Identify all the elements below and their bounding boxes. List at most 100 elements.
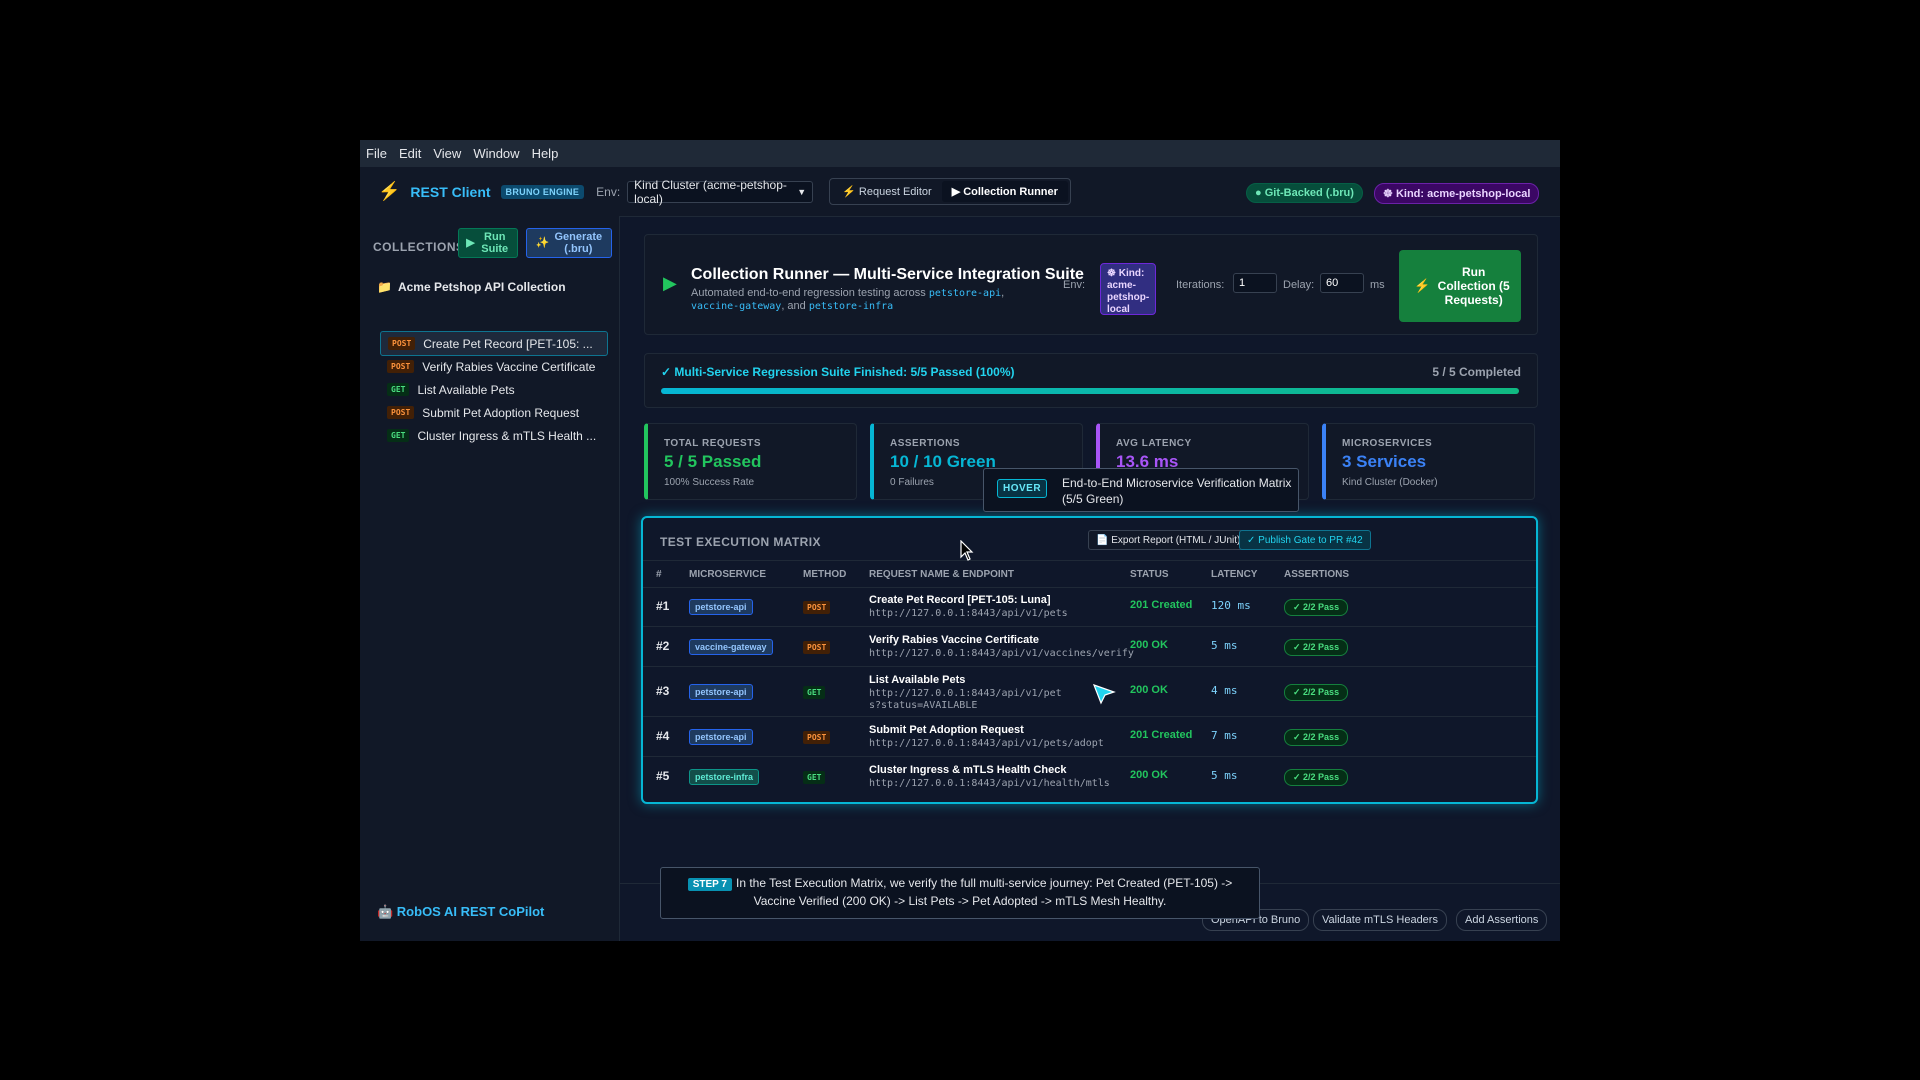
runner-title: Collection Runner — Multi-Service Integr… [691, 266, 1084, 283]
service-petstore-api: petstore-api [928, 288, 1002, 299]
stat-microservices: MICROSERVICES 3 Services Kind Cluster (D… [1322, 423, 1535, 500]
service-vaccine-gateway: vaccine-gateway [691, 301, 782, 312]
table-row[interactable]: #4 petstore-api POST Submit Pet Adoption… [643, 716, 1536, 757]
kind-cluster-badge: ☸ Kind: acme-petshop-local [1374, 183, 1540, 204]
engine-badge: BRUNO ENGINE [500, 184, 585, 199]
table-row[interactable]: #5 petstore-infra GET Cluster Ingress & … [643, 756, 1536, 796]
env-label: Env: [596, 184, 621, 199]
progress-status: ✓ Multi-Service Regression Suite Finishe… [661, 365, 1015, 379]
delay-unit: ms [1370, 279, 1385, 291]
request-url: http://127.0.0.1:8443/api/v1/pets/adopt [869, 738, 1104, 749]
play-icon: ▶ [466, 237, 475, 249]
assertion-badge: ✓ 2/2 Pass [1284, 769, 1349, 786]
sidebar-item-health-check[interactable]: GET Cluster Ingress & mTLS Health ... [380, 423, 608, 448]
sidebar-item-adoption[interactable]: POST Submit Pet Adoption Request [380, 400, 608, 425]
sparkles-icon: ✨ [535, 237, 550, 249]
stat-subtext: Kind Cluster (Docker) [1342, 477, 1438, 488]
bolt-icon: ⚡ [1414, 278, 1431, 293]
copilot-link[interactable]: 🤖 RobOS AI REST CoPilot [377, 904, 544, 920]
matrix-title: TEST EXECUTION MATRIX [660, 535, 821, 549]
table-row[interactable]: #3 petstore-api GET List Available Pets … [643, 666, 1536, 717]
stat-value: 5 / 5 Passed [664, 452, 762, 471]
stat-subtext: 100% Success Rate [664, 477, 755, 488]
separator: , [1001, 287, 1005, 299]
mode-tabs: ⚡ Request Editor ▶ Collection Runner [829, 178, 1071, 205]
sidebar-item-label: Verify Rabies Vaccine Certificate [422, 359, 596, 374]
service-badge: petstore-api [689, 684, 753, 700]
git-backed-badge: ● Git-Backed (.bru) [1246, 183, 1363, 203]
runner-env-label: Env: [1063, 279, 1086, 291]
step-tooltip: STEP 7 In the Test Execution Matrix, we v… [660, 867, 1260, 919]
method-badge: POST [387, 406, 415, 419]
tab-request-editor[interactable]: ⚡ Request Editor [832, 181, 942, 202]
service-petstore-infra: petstore-infra [808, 301, 894, 312]
tab-collection-runner[interactable]: ▶ Collection Runner [941, 181, 1068, 202]
app-title: REST Client [410, 183, 491, 200]
row-number: #2 [656, 639, 670, 653]
status-text: 200 OK [1130, 684, 1168, 696]
env-select-value: Kind Cluster (acme-petshop-local) [634, 177, 787, 206]
run-collection-label: Run Collection (5 Requests) [1437, 265, 1510, 307]
runner-desc-text: Automated end-to-end regression testing … [691, 287, 929, 299]
collection-folder[interactable]: 📁 Acme Petshop API Collection [377, 280, 566, 294]
latency-text: 4 ms [1211, 684, 1238, 697]
add-assertions-button[interactable]: Add Assertions [1456, 909, 1548, 931]
progress-bar [661, 388, 1519, 394]
collection-name: Acme Petshop API Collection [397, 280, 566, 294]
col-header-request: REQUEST NAME & ENDPOINT [869, 569, 1015, 580]
assertion-badge: ✓ 2/2 Pass [1284, 684, 1349, 701]
method-badge: GET [387, 429, 410, 442]
runner-env-badge[interactable]: ☸ Kind: acme-petshop-local [1100, 263, 1156, 315]
latency-text: 5 ms [1211, 769, 1238, 782]
agent-cursor-icon [1092, 684, 1116, 705]
app-header: ⚡ REST Client BRUNO ENGINE Env: Kind Clu… [360, 167, 1560, 217]
sidebar-item-create-pet[interactable]: POST Create Pet Record [PET-105: ... [380, 331, 608, 356]
status-text: 200 OK [1130, 769, 1168, 781]
delay-label: Delay: [1283, 279, 1315, 291]
progress-bar-fill [661, 388, 1519, 394]
env-select[interactable]: Kind Cluster (acme-petshop-local) ▼ [627, 177, 814, 206]
mouse-pointer-icon [960, 540, 974, 561]
validate-mtls-button[interactable]: Validate mTLS Headers [1313, 909, 1447, 931]
col-header-number: # [656, 569, 662, 580]
delay-input[interactable]: 60 [1320, 273, 1364, 293]
hover-tooltip: HOVER End-to-End Microservice Verificati… [983, 468, 1299, 512]
table-row[interactable]: #1 petstore-api POST Create Pet Record [… [643, 586, 1536, 627]
request-name: List Available Pets [869, 674, 966, 686]
generate-bru-label: Generate (.bru) [554, 231, 603, 255]
service-badge: petstore-api [689, 729, 753, 745]
sidebar-item-verify-vaccine[interactable]: POST Verify Rabies Vaccine Certificate [380, 354, 608, 379]
latency-text: 120 ms [1211, 599, 1251, 612]
assertion-badge: ✓ 2/2 Pass [1284, 639, 1349, 656]
menu-window[interactable]: Window [467, 146, 525, 161]
stat-label: AVG LATENCY [1116, 438, 1192, 449]
sidebar-item-list-pets[interactable]: GET List Available Pets [380, 377, 608, 402]
kubernetes-icon: ☸ [1107, 268, 1116, 279]
export-report-button[interactable]: 📄 Export Report (HTML / JUnit) [1088, 530, 1249, 550]
run-suite-button[interactable]: ▶ Run Suite [458, 228, 518, 258]
menu-bar: File Edit View Window Help [360, 140, 1560, 167]
menu-help[interactable]: Help [526, 146, 565, 161]
menu-view[interactable]: View [427, 146, 467, 161]
menu-edit[interactable]: Edit [393, 146, 427, 161]
latency-text: 7 ms [1211, 729, 1238, 742]
step-text: In the Test Execution Matrix, we verify … [735, 876, 1233, 908]
request-url: http://127.0.0.1:8443/api/v1/health/mtls [869, 778, 1110, 789]
method-badge: GET [387, 383, 410, 396]
row-number: #5 [656, 769, 670, 783]
run-collection-button[interactable]: ⚡ Run Collection (5 Requests) [1399, 250, 1521, 322]
table-row[interactable]: #2 vaccine-gateway POST Verify Rabies Va… [643, 626, 1536, 667]
row-number: #1 [656, 599, 670, 613]
method-badge: POST [803, 731, 831, 744]
test-execution-matrix: TEST EXECUTION MATRIX 📄 Export Report (H… [641, 516, 1538, 804]
iterations-input[interactable]: 1 [1233, 273, 1277, 293]
kubernetes-icon: ☸ [1383, 188, 1393, 200]
col-header-method: METHOD [803, 569, 847, 580]
generate-bru-button[interactable]: ✨ Generate (.bru) [526, 228, 612, 258]
progress-count: 5 / 5 Completed [1432, 365, 1521, 379]
publish-gate-button[interactable]: ✓ Publish Gate to PR #42 [1239, 530, 1371, 550]
progress-card: ✓ Multi-Service Regression Suite Finishe… [644, 353, 1538, 408]
stat-value: 10 / 10 Green [890, 452, 996, 471]
play-icon: ▶ [663, 273, 677, 293]
menu-file[interactable]: File [360, 146, 393, 161]
